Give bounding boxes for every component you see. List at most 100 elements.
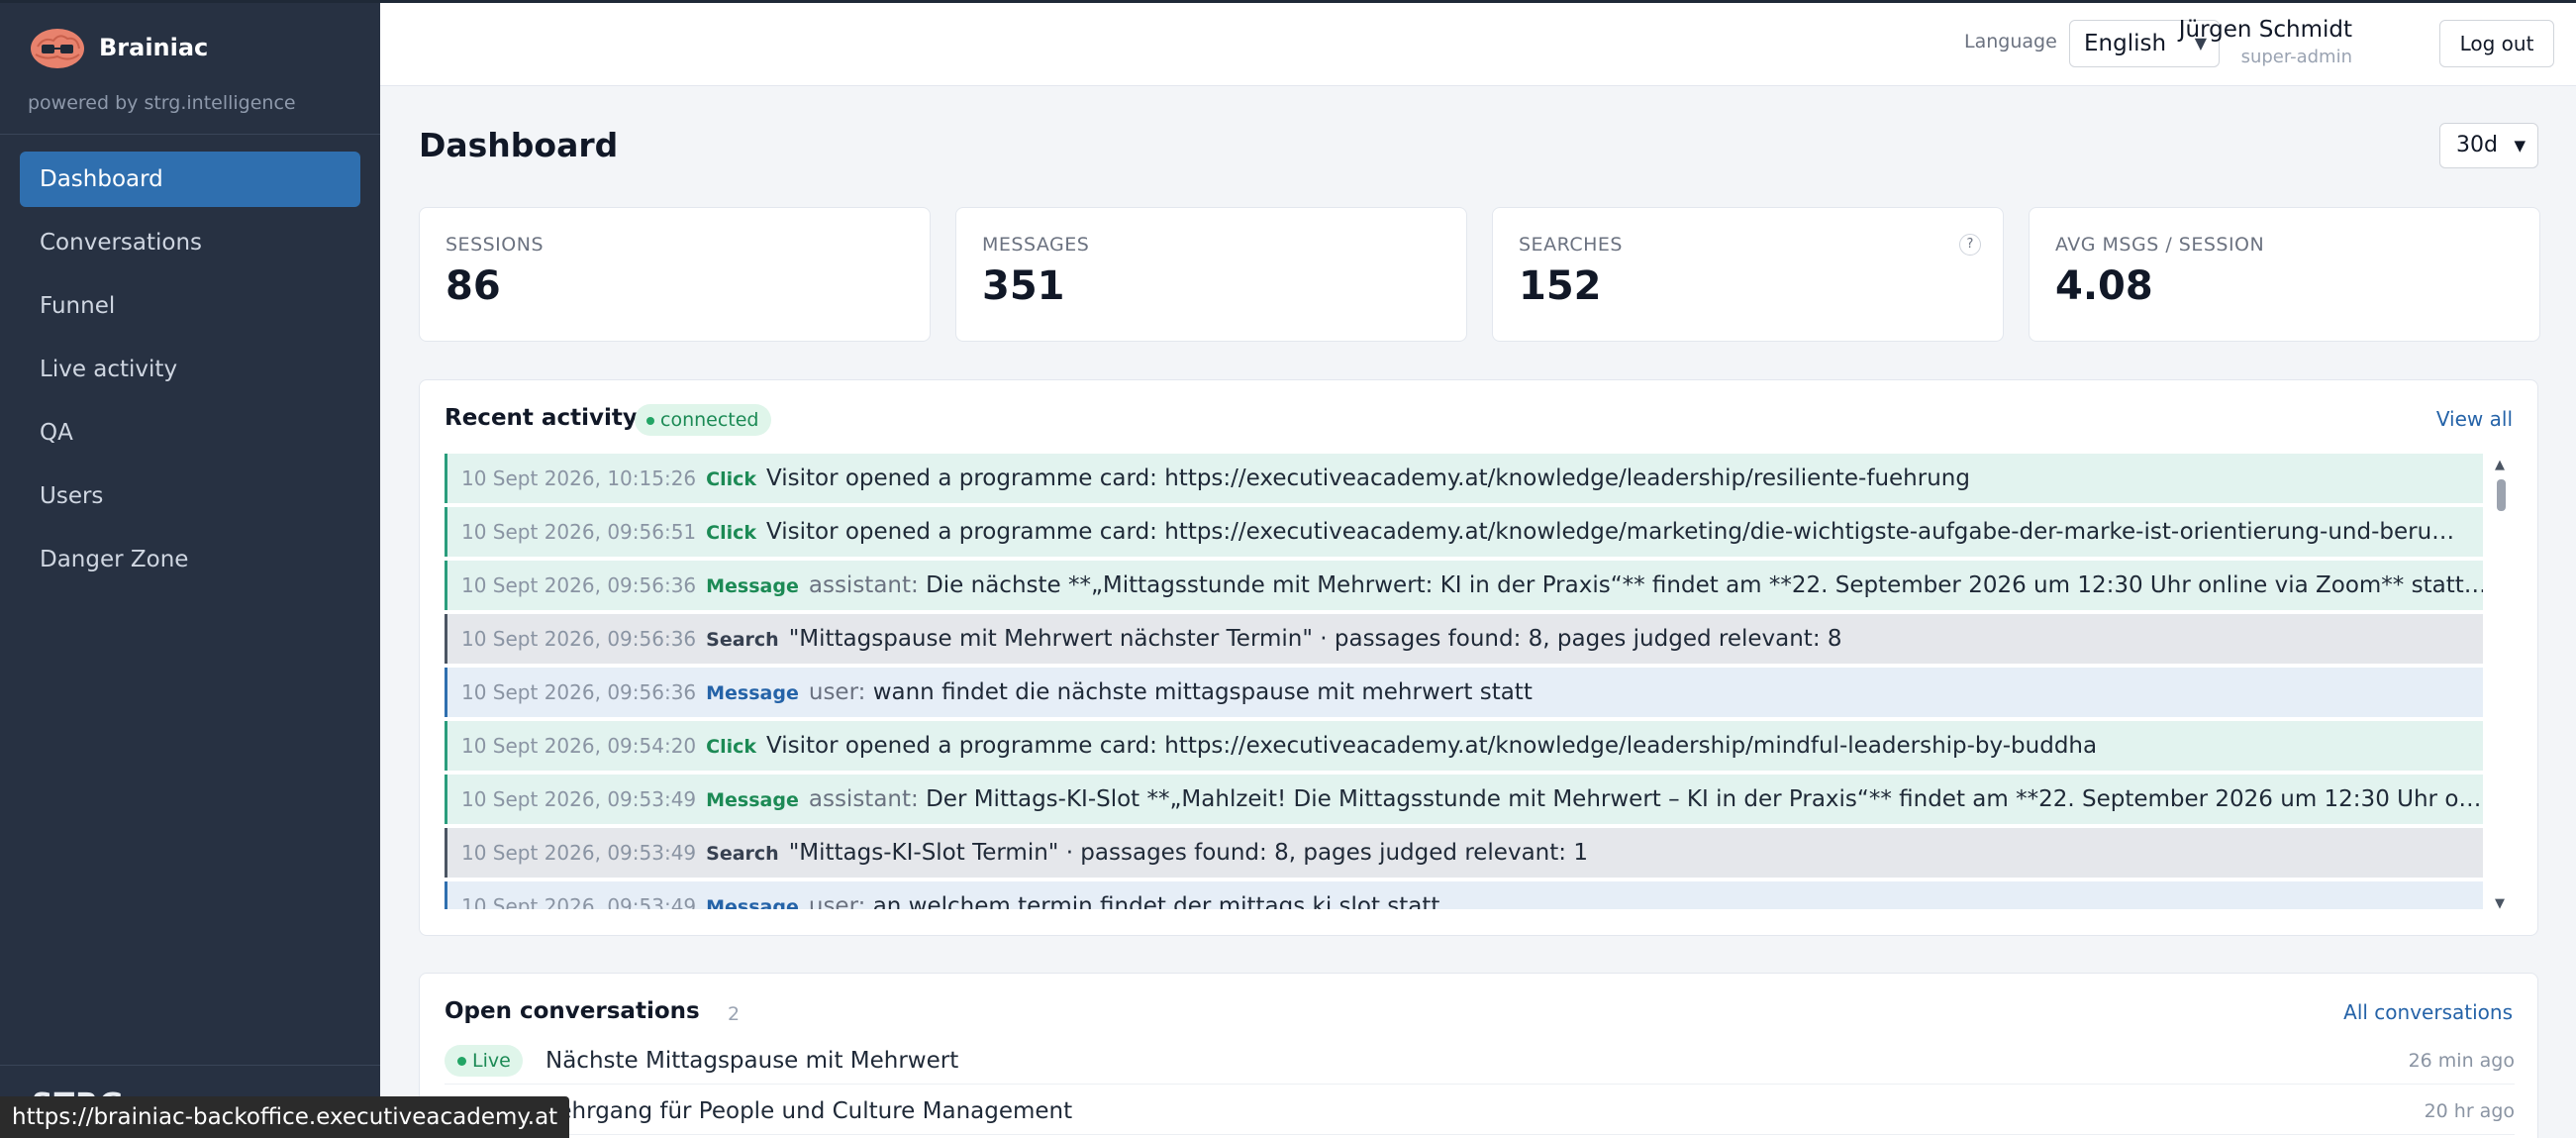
activity-kind: Message xyxy=(706,575,799,597)
activity-row[interactable]: 10 Sept 2026, 09:56:36 Message user: wann … xyxy=(445,668,2483,717)
activity-role: user: xyxy=(808,893,866,909)
activity-kind: Message xyxy=(706,789,799,811)
activity-role: assistant: xyxy=(808,786,919,812)
all-conversations-link[interactable]: All conversations xyxy=(2343,1000,2513,1024)
scroll-thumb[interactable] xyxy=(2497,479,2506,511)
connection-status-badge: connected xyxy=(635,404,771,436)
activity-row[interactable]: 10 Sept 2026, 09:54:20 Click Visitor opene… xyxy=(445,721,2483,771)
activity-timestamp: 10 Sept 2026, 09:56:36 xyxy=(461,573,697,597)
stat-value: 86 xyxy=(446,263,501,309)
stat-label: SEARCHES xyxy=(1519,234,1623,256)
activity-text: Die nächste **„Mittagsstunde mit Mehrwer… xyxy=(926,572,2483,598)
stat-value: 4.08 xyxy=(2055,263,2153,309)
brand[interactable]: Brainiac xyxy=(0,3,380,92)
sidebar-item-qa[interactable]: QA xyxy=(20,405,360,461)
sidebar-nav: Dashboard Conversations Funnel Live acti… xyxy=(0,152,380,587)
scroll-up-arrow-icon[interactable]: ▲ xyxy=(2495,458,2505,472)
brand-name: Brainiac xyxy=(99,34,209,61)
user-name: Jürgen Schmidt xyxy=(2178,17,2352,43)
activity-timestamp: 10 Sept 2026, 09:56:36 xyxy=(461,627,697,651)
activity-kind: Search xyxy=(706,629,779,651)
activity-row[interactable]: 10 Sept 2026, 10:15:26 Click Visitor opene… xyxy=(445,454,2483,503)
activity-kind: Message xyxy=(706,682,799,704)
stat-card-searches: SEARCHES ? 152 xyxy=(1492,207,2004,342)
status-url-tooltip: https://brainiac-backoffice.executiveaca… xyxy=(0,1096,570,1138)
stat-label: SESSIONS xyxy=(446,234,545,256)
language-value: English xyxy=(2084,31,2167,56)
activity-text: Der Mittags-KI-Slot **„Mahlzeit! Die Mit… xyxy=(926,786,2483,812)
sidebar-item-funnel[interactable]: Funnel xyxy=(20,278,360,334)
scroll-down-arrow-icon[interactable]: ▼ xyxy=(2495,896,2505,911)
activity-scrollbar[interactable]: ▲ ▼ xyxy=(2492,458,2510,911)
activity-text: "Mittagspause mit Mehrwert nächster Term… xyxy=(788,626,1842,652)
stat-label: MESSAGES xyxy=(982,234,1090,256)
sidebar: Brainiac powered by strg.intelligence Da… xyxy=(0,3,380,1138)
conversation-title: Lehrgang für People und Culture Manageme… xyxy=(545,1098,1073,1124)
activity-row[interactable]: 10 Sept 2026, 09:56:51 Click Visitor opene… xyxy=(445,507,2483,557)
activity-timestamp: 10 Sept 2026, 09:54:20 xyxy=(461,734,697,758)
activity-kind: Click xyxy=(706,522,757,544)
open-conversations-card: Open conversations 2 All conversations L… xyxy=(419,973,2538,1138)
activity-text: Visitor opened a programme card: https:/… xyxy=(766,733,2098,759)
conversation-time: 26 min ago xyxy=(2408,1050,2515,1072)
activity-timestamp: 10 Sept 2026, 10:15:26 xyxy=(461,466,697,490)
page-title: Dashboard xyxy=(419,126,619,164)
activity-feed[interactable]: 10 Sept 2026, 10:15:26 Click Visitor opene… xyxy=(445,454,2483,909)
activity-kind: Search xyxy=(706,843,779,865)
logout-button[interactable]: Log out xyxy=(2439,20,2554,67)
activity-kind: Click xyxy=(706,736,757,758)
date-range-value: 30d xyxy=(2456,133,2498,157)
activity-text: "Mittags-KI-Slot Termin" · passages foun… xyxy=(788,840,1588,866)
stat-card-messages: MESSAGES 351 xyxy=(955,207,1467,342)
activity-text: Visitor opened a programme card: https:/… xyxy=(766,519,2465,545)
activity-text: an welchem termin findet der mittags ki … xyxy=(872,893,1440,909)
stat-card-avg-msgs: AVG MSGS / SESSION 4.08 xyxy=(2029,207,2540,342)
activity-timestamp: 10 Sept 2026, 09:53:49 xyxy=(461,841,697,865)
activity-text: wann findet die nächste mittagspause mit… xyxy=(872,679,1533,705)
live-badge: Live xyxy=(445,1045,523,1077)
sidebar-item-danger-zone[interactable]: Danger Zone xyxy=(20,532,360,587)
conversation-title: Nächste Mittagspause mit Mehrwert xyxy=(545,1048,959,1074)
brain-logo-icon xyxy=(31,29,84,68)
stats-row: SESSIONS 86 MESSAGES 351 SEARCHES ? 152 … xyxy=(419,207,2540,342)
powered-by: powered by strg.intelligence xyxy=(28,92,296,114)
date-range-select[interactable]: 30d ▼ xyxy=(2439,123,2538,168)
activity-role: assistant: xyxy=(808,572,919,598)
sidebar-divider xyxy=(0,134,380,135)
activity-row[interactable]: 10 Sept 2026, 09:56:36 Message assistant: … xyxy=(445,561,2483,610)
stat-label: AVG MSGS / SESSION xyxy=(2055,234,2265,256)
main-content: Dashboard 30d ▼ SESSIONS 86 MESSAGES 351… xyxy=(380,86,2576,1138)
conversation-time: 20 hr ago xyxy=(2424,1100,2515,1122)
activity-timestamp: 10 Sept 2026, 09:56:36 xyxy=(461,680,697,704)
activity-timestamp: 10 Sept 2026, 09:53:49 xyxy=(461,787,697,811)
conversation-row[interactable]: Live Nächste Mittagspause mit Mehrwert 2… xyxy=(445,1035,2515,1085)
sidebar-item-live-activity[interactable]: Live activity xyxy=(20,342,360,397)
sidebar-item-conversations[interactable]: Conversations xyxy=(20,215,360,270)
activity-kind: Click xyxy=(706,468,757,490)
chevron-down-icon: ▼ xyxy=(2514,137,2526,155)
activity-row[interactable]: 10 Sept 2026, 09:53:49 Message assistant: … xyxy=(445,775,2483,824)
recent-activity-card: Recent activity connected View all 10 Se… xyxy=(419,379,2538,936)
activity-row[interactable]: 10 Sept 2026, 09:56:36 Search "Mittagspaus… xyxy=(445,614,2483,664)
sidebar-item-users[interactable]: Users xyxy=(20,468,360,524)
stat-value: 351 xyxy=(982,263,1065,309)
activity-timestamp: 10 Sept 2026, 09:53:49 xyxy=(461,894,697,909)
activity-kind: Message xyxy=(706,896,799,909)
activity-row[interactable]: 10 Sept 2026, 09:53:49 Search "Mittags-KI-… xyxy=(445,828,2483,878)
stat-card-sessions: SESSIONS 86 xyxy=(419,207,931,342)
help-icon[interactable]: ? xyxy=(1959,234,1981,256)
stat-value: 152 xyxy=(1519,263,1602,309)
view-all-link[interactable]: View all xyxy=(2436,407,2513,431)
sidebar-item-dashboard[interactable]: Dashboard xyxy=(20,152,360,207)
recent-activity-title: Recent activity xyxy=(445,405,638,431)
language-label: Language xyxy=(1964,31,2057,52)
user-role: super-admin xyxy=(2240,47,2352,67)
activity-timestamp: 10 Sept 2026, 09:56:51 xyxy=(461,520,697,544)
open-conversations-count: 2 xyxy=(728,1003,741,1025)
open-conversations-title: Open conversations xyxy=(445,998,700,1024)
top-bar: Language English ▼ Jürgen Schmidt super-… xyxy=(380,3,2576,86)
activity-role: user: xyxy=(808,679,866,705)
activity-text: Visitor opened a programme card: https:/… xyxy=(766,466,1970,491)
conversation-row[interactable]: Lehrgang für People und Culture Manageme… xyxy=(445,1086,2515,1135)
activity-row[interactable]: 10 Sept 2026, 09:53:49 Message user: an we… xyxy=(445,881,2483,909)
